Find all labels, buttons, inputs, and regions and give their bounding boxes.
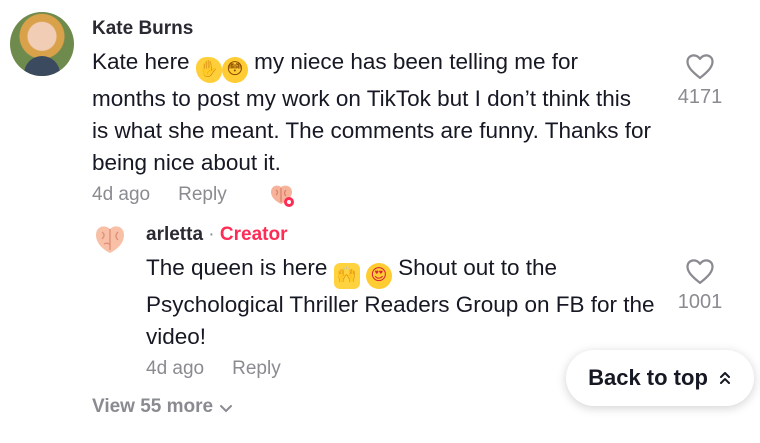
creator-liked-icon	[268, 182, 294, 207]
reply-author-name[interactable]: arletta	[146, 224, 203, 245]
heart-eyes-icon: 😍	[365, 263, 392, 289]
double-chevron-up-icon	[719, 372, 730, 384]
chevron-down-icon	[220, 405, 233, 413]
reply-like[interactable]: 1001	[670, 257, 730, 314]
like-count: 1001	[677, 291, 723, 313]
avatar[interactable]	[10, 12, 74, 76]
back-to-top-label: Back to top	[588, 365, 708, 390]
comment-time: 4d ago	[92, 184, 151, 205]
back-to-top-button[interactable]: Back to top	[566, 350, 754, 406]
like-count: 4171	[677, 86, 723, 108]
reply-text: The queen is here 🙌 😍 Shout out to the P…	[146, 252, 666, 353]
separator: ·	[203, 224, 220, 245]
reply-author: arletta · Creator	[146, 224, 288, 246]
raising-hands-icon: 🙌	[333, 263, 360, 289]
waving-hand-icon: ✋	[195, 57, 222, 83]
comment-text: Kate here ✋ 😳 my niece has been telling m…	[92, 46, 652, 179]
comment-text-start: Kate here	[92, 49, 196, 74]
creator-avatar[interactable]	[92, 220, 128, 256]
comment-author[interactable]: Kate Burns	[92, 18, 193, 40]
comment-meta: 4d ago Reply	[92, 184, 227, 206]
heart-icon[interactable]	[685, 257, 715, 285]
reply-text-start: The queen is here	[146, 255, 334, 280]
view-more-replies[interactable]: View 55 more	[92, 396, 233, 418]
reply-button[interactable]: Reply	[232, 358, 281, 379]
view-more-label: View 55 more	[92, 396, 214, 417]
reply-meta: 4d ago Reply	[146, 358, 281, 380]
creator-badge: Creator	[219, 224, 288, 245]
reply-button[interactable]: Reply	[178, 184, 227, 205]
comment-like[interactable]: 4171	[670, 52, 730, 109]
comment-thread: Kate Burns Kate here ✋ 😳 my niece has bee…	[0, 0, 760, 443]
heart-icon[interactable]	[685, 52, 715, 80]
avatar-shirt	[24, 56, 60, 76]
reply-time: 4d ago	[146, 358, 205, 379]
flushed-face-icon: 😳	[221, 57, 248, 83]
